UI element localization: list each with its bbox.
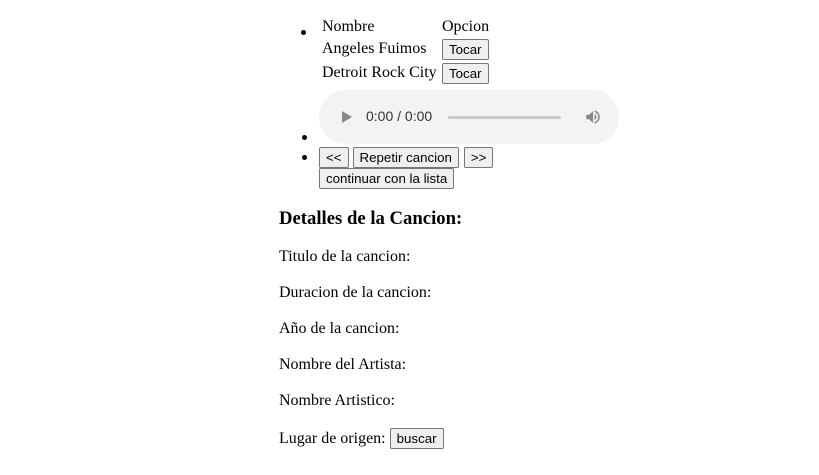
song-year-label: Año de la cancion: <box>279 320 400 337</box>
audio-player-section: 0:00 / 0:00 <box>319 88 619 144</box>
artistic-name-label: Nombre Artistico: <box>279 392 395 409</box>
origin-row: Lugar de origen: buscar <box>279 428 444 449</box>
play-song-button[interactable]: Tocar <box>442 38 489 60</box>
origin-label: Lugar de origen: <box>279 430 386 447</box>
search-button[interactable]: buscar <box>389 428 444 449</box>
song-title-label: Titulo de la cancion: <box>279 248 411 265</box>
list-bullet <box>301 30 306 35</box>
play-icon[interactable] <box>342 111 352 123</box>
song-table: Nombre Opcion Angeles Fuimos Tocar Detro… <box>322 17 491 85</box>
song-table-header-row: Nombre Opcion <box>322 17 491 37</box>
artist-name-label: Nombre del Artista: <box>279 356 407 373</box>
song-name: Detroit Rock City <box>322 64 437 81</box>
song-duration-label: Duracion de la cancion: <box>279 284 432 301</box>
table-row: Detroit Rock City Tocar <box>322 61 491 85</box>
column-header-option: Opcion <box>442 18 490 35</box>
song-name: Angeles Fuimos <box>322 40 427 57</box>
continue-list-button[interactable]: continuar con la lista <box>319 168 455 189</box>
playback-controls: << Repetir cancion >> continuar con la lis… <box>319 147 519 189</box>
list-bullet <box>302 155 307 160</box>
previous-button[interactable]: << <box>319 147 349 168</box>
details-heading: Detalles de la Cancion: <box>279 208 463 229</box>
audio-player[interactable]: 0:00 / 0:00 <box>319 90 619 144</box>
table-row: Angeles Fuimos Tocar <box>322 37 491 61</box>
audio-time: 0:00 / 0:00 <box>366 108 433 124</box>
play-song-button[interactable]: Tocar <box>442 62 489 84</box>
column-header-name: Nombre <box>322 18 375 35</box>
song-table-section: Nombre Opcion Angeles Fuimos Tocar Detro… <box>322 17 491 85</box>
repeat-button[interactable]: Repetir cancion <box>352 147 459 168</box>
audio-progress-track[interactable] <box>448 116 561 119</box>
list-bullet <box>302 135 307 140</box>
volume-icon[interactable] <box>584 108 602 126</box>
next-button[interactable]: >> <box>463 147 494 168</box>
